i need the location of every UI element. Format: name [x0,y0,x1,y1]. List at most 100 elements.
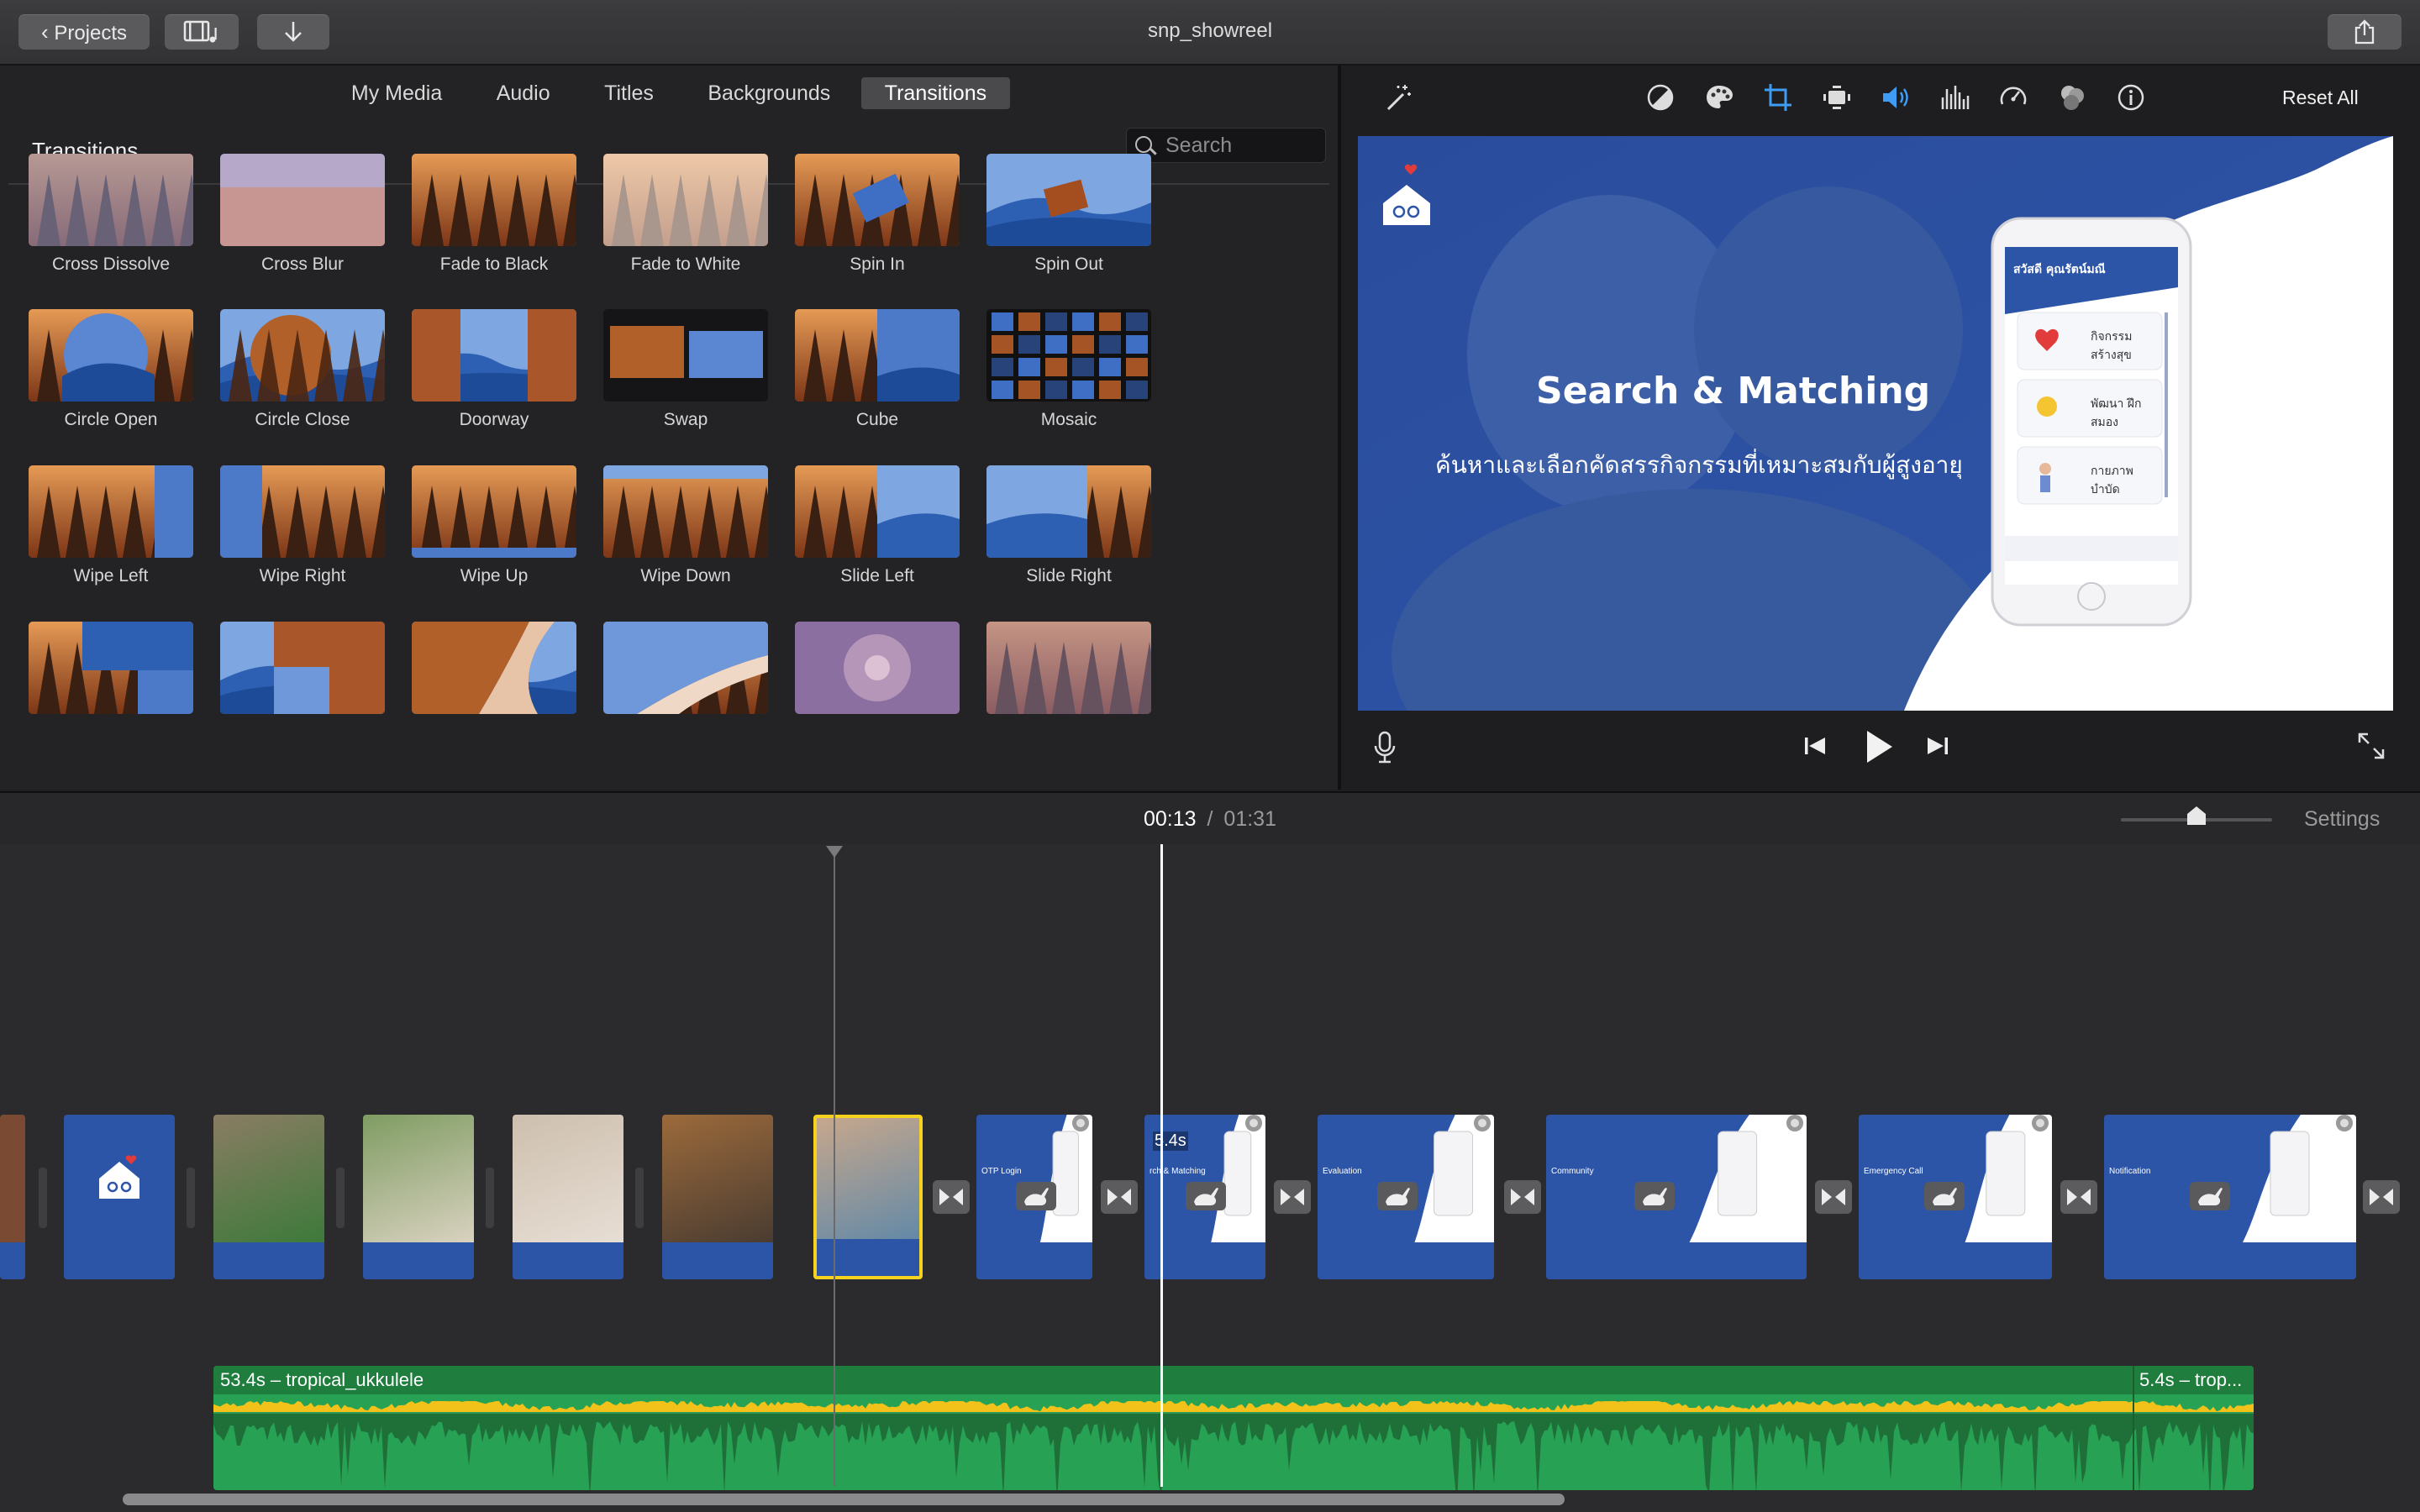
transition-label-fade-to-white: Fade to White [630,255,741,274]
microphone-icon[interactable] [1368,729,1402,764]
tab-audio[interactable]: Audio [473,77,574,109]
color-balance-icon[interactable] [1644,81,1677,114]
gear-icon[interactable] [1245,1115,1262,1131]
clip-gap-marker [486,1168,494,1228]
timeline-header: 00:13 / 01:31 Settings [0,791,2420,846]
timeline[interactable]: OTP Login rch & Matching 5.4s Evaluation… [0,844,2420,1512]
equalizer-icon[interactable] [1938,81,1971,114]
transition-label-mosaic: Mosaic [1040,410,1097,429]
video-clip[interactable] [0,1115,25,1279]
tab-my-media[interactable]: My Media [328,77,466,109]
transition-thumb-cube[interactable] [795,309,960,402]
tab-backgrounds[interactable]: Backgrounds [684,77,854,109]
video-clip[interactable] [213,1115,324,1279]
video-clip-selected[interactable] [813,1115,923,1279]
clip-audio-bar [2104,1242,2356,1279]
transition-thumb-wipe-left[interactable] [29,465,193,558]
audio-clip[interactable]: 53.4s – tropical_ukkulele 5.4s – trop... [213,1366,2254,1490]
clip-gap-marker [39,1168,47,1228]
slide-clip[interactable]: Evaluation [1318,1115,1494,1279]
palette-icon[interactable] [1702,81,1736,114]
transition-thumb-wipe-right[interactable] [220,465,385,558]
transition-icon[interactable] [1274,1180,1311,1214]
gear-icon[interactable] [2336,1115,2353,1131]
tab-titles[interactable]: Titles [581,77,677,109]
transition-icon[interactable] [1815,1180,1852,1214]
skip-forward-icon[interactable] [1921,729,1954,763]
transition-thumb-cross-dissolve[interactable] [29,154,193,246]
transition-thumb-slide-right[interactable] [986,465,1151,558]
transition-thumb-cross-blur[interactable] [220,154,385,246]
transition-thumb-slide-left[interactable] [795,465,960,558]
stabilization-icon[interactable] [1820,81,1854,114]
skip-back-icon[interactable] [1798,729,1832,763]
search-field[interactable]: Search [1126,128,1326,163]
transition-icon[interactable] [1504,1180,1541,1214]
house-logo-icon [99,1155,139,1199]
horizontal-scrollbar[interactable] [123,1494,1565,1505]
volume-icon[interactable] [1879,81,1912,114]
slide-clip[interactable]: Notification [2104,1115,2356,1279]
transition-thumb-doorway[interactable] [412,309,576,402]
transition-thumb-fade-to-black[interactable] [412,154,576,246]
magic-wand-icon[interactable] [1381,81,1415,114]
audio-clip-label-2: 5.4s – trop... [2139,1369,2243,1390]
gear-icon[interactable] [1072,1115,1089,1131]
transition-thumb-circle-open[interactable] [29,309,193,402]
rabbit-icon [1634,1182,1676,1210]
transition-thumb-spin-out[interactable] [986,154,1151,246]
gear-icon[interactable] [2032,1115,2049,1131]
transition-thumb-spin-in[interactable] [795,154,960,246]
play-button[interactable] [1857,726,1899,768]
fullscreen-icon[interactable] [2354,729,2388,763]
clip-audio-bar [64,1242,175,1279]
transition-thumb-wipe-down[interactable] [603,465,768,558]
transition-thumb-transition-21[interactable] [412,622,576,714]
zoom-slider[interactable] [2121,806,2272,825]
clip-audio-bar [1859,1242,2052,1279]
transition-thumb-wipe-up[interactable] [412,465,576,558]
clip-audio-bar [1318,1242,1494,1279]
slide-clip[interactable]: Emergency Call [1859,1115,2052,1279]
slide-clip[interactable]: OTP Login [976,1115,1092,1279]
transition-thumb-swap[interactable] [603,309,768,402]
slide-clip[interactable]: Community [1546,1115,1807,1279]
zoom-slider-knob[interactable] [2187,806,2206,825]
video-clip[interactable] [662,1115,773,1279]
filter-icon[interactable] [2055,81,2089,114]
video-clip[interactable] [363,1115,474,1279]
video-clip[interactable] [513,1115,623,1279]
transition-icon[interactable] [1101,1180,1138,1214]
gear-icon[interactable] [1474,1115,1491,1131]
slide-clip-caption: rch & Matching [1150,1167,1206,1176]
transition-thumb-transition-20[interactable] [220,622,385,714]
transition-icon[interactable] [2060,1180,2097,1214]
transition-icon[interactable] [2363,1180,2400,1214]
transition-thumb-fade-to-white[interactable] [603,154,768,246]
search-input[interactable]: Search [1165,129,1232,162]
transition-thumb-circle-close[interactable] [220,309,385,402]
info-icon[interactable] [2114,81,2148,114]
current-time: 00:13 [1144,807,1197,831]
transition-thumb-transition-24[interactable] [986,622,1151,714]
crop-icon[interactable] [1761,81,1795,114]
transition-thumb-transition-19[interactable] [29,622,193,714]
playhead[interactable] [1160,844,1163,1487]
media-browser: My Media Audio Titles Backgrounds Transi… [0,66,1338,790]
gear-icon[interactable] [1786,1115,1803,1131]
phone-item-2: พัฒนา ฝึกสมอง [2091,397,2142,429]
reset-all-button[interactable]: Reset All [2282,81,2359,114]
slide-clip-caption: Evaluation [1323,1167,1362,1176]
transition-thumb-transition-23[interactable] [795,622,960,714]
transition-icon[interactable] [933,1180,970,1214]
video-clip[interactable] [64,1115,175,1279]
transition-label-fade-to-black: Fade to Black [439,255,549,274]
share-button[interactable] [2328,14,2402,50]
tab-transitions[interactable]: Transitions [860,77,1011,109]
speed-icon[interactable] [1996,81,2030,114]
rabbit-icon [2190,1182,2230,1210]
transition-thumb-transition-22[interactable] [603,622,768,714]
settings-button[interactable]: Settings [2304,793,2380,845]
transition-thumb-mosaic[interactable] [986,309,1151,402]
transition-label-spin-in: Spin In [850,255,905,274]
